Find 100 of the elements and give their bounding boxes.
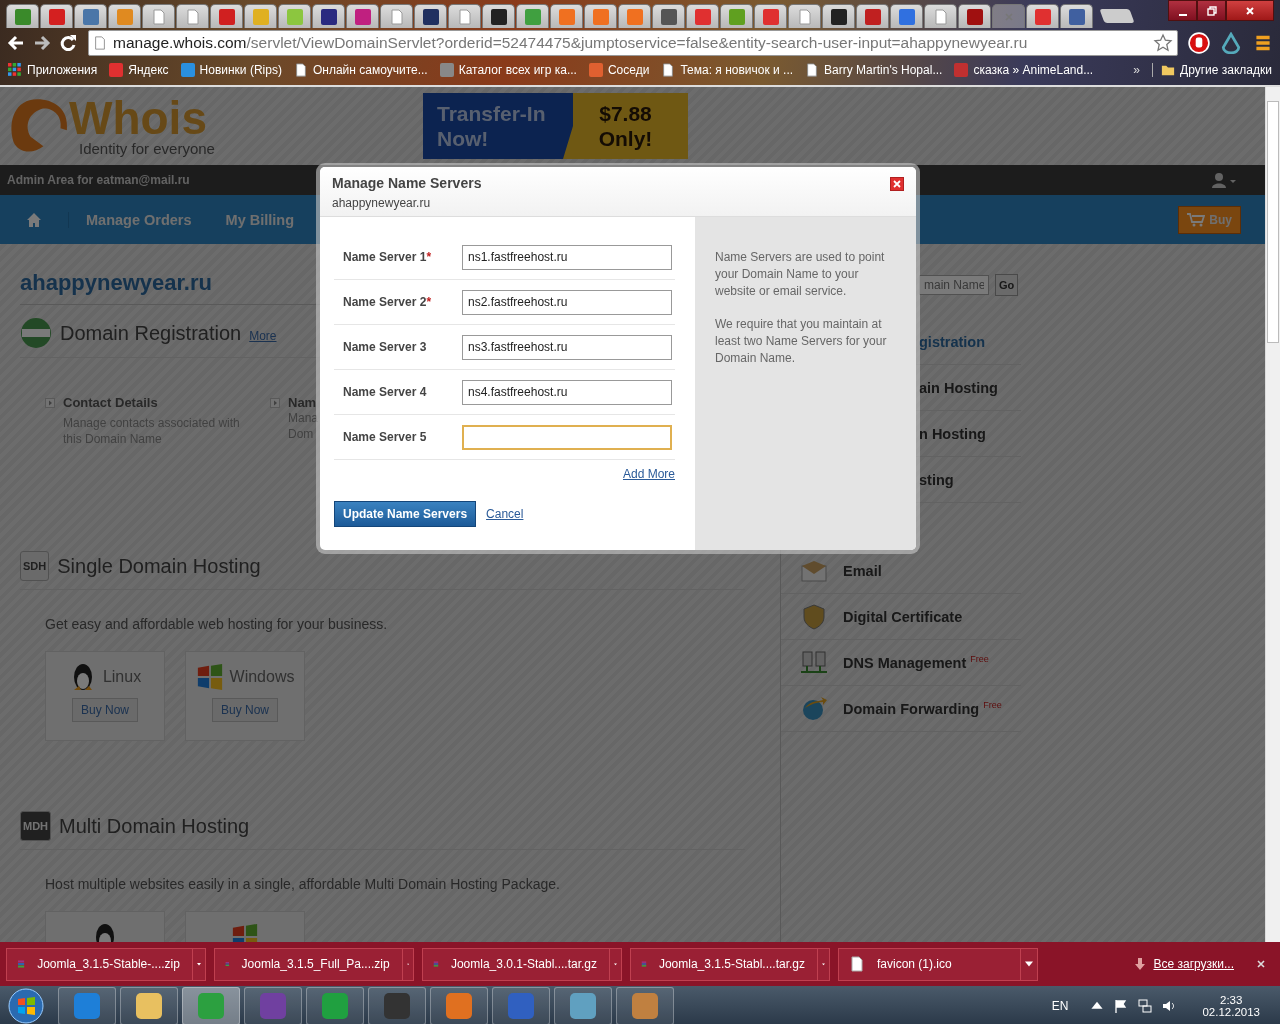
taskbar-app[interactable] bbox=[430, 987, 488, 1024]
bookmark[interactable]: Barry Martin's Hopal... bbox=[805, 63, 943, 77]
page-icon bbox=[184, 8, 201, 25]
browser-tab[interactable] bbox=[414, 4, 447, 28]
taskbar-app[interactable] bbox=[244, 987, 302, 1024]
browser-tab[interactable] bbox=[958, 4, 991, 28]
cart-icon bbox=[1187, 212, 1206, 227]
star-icon[interactable] bbox=[1153, 32, 1173, 53]
browser-tab[interactable] bbox=[482, 4, 515, 28]
new-tab-button[interactable] bbox=[1099, 9, 1135, 23]
download-arrow-icon bbox=[1135, 958, 1146, 970]
minimize-button[interactable] bbox=[1168, 0, 1197, 21]
plan-name: Windows bbox=[229, 668, 295, 686]
field-label: Name Server 5 bbox=[343, 430, 428, 444]
plan-name: Linux bbox=[102, 668, 142, 686]
logo-tagline: Identity for everyone bbox=[79, 139, 215, 157]
field-label: Name Server 1* bbox=[343, 250, 433, 264]
name-server-field[interactable]: ns4.fastfreehost.ru bbox=[462, 379, 672, 405]
maximize-button[interactable] bbox=[1197, 0, 1226, 21]
field-label: Name Server 4 bbox=[343, 385, 428, 399]
restore-icon bbox=[1206, 5, 1217, 16]
taskbar-app[interactable] bbox=[368, 987, 426, 1024]
page-icon bbox=[796, 8, 813, 25]
flag-icon[interactable] bbox=[1114, 999, 1129, 1013]
scrollbar[interactable] bbox=[1265, 87, 1280, 942]
taskbar-app[interactable] bbox=[306, 987, 364, 1024]
drop-icon[interactable] bbox=[1220, 31, 1242, 54]
user-icon[interactable] bbox=[1211, 172, 1237, 188]
section-description: Get easy and affordable web hosting for your business. bbox=[45, 616, 389, 632]
taskbar-app[interactable] bbox=[58, 987, 116, 1024]
bookmarks-folder[interactable]: Другие закладки bbox=[1152, 63, 1272, 77]
bookmark[interactable]: Новинки (Rips) bbox=[180, 63, 282, 77]
dialog-subtitle: ahappynewyear.ru bbox=[332, 196, 431, 210]
all-downloads-link[interactable]: Все загрузки... bbox=[1135, 957, 1234, 971]
download-item[interactable]: Joomla_3.1.5_Full_Pa....zip bbox=[214, 947, 414, 981]
windows-flag-icon bbox=[195, 662, 224, 692]
bookmark[interactable]: сказка » AnimeLand... bbox=[954, 63, 1094, 77]
section-badge: MDH bbox=[20, 811, 52, 841]
taskbar-app[interactable] bbox=[554, 987, 612, 1024]
bookmark[interactable]: Онлайн самоучите... bbox=[293, 63, 428, 77]
browser-tab[interactable] bbox=[652, 4, 685, 28]
taskbar-app[interactable] bbox=[616, 987, 674, 1024]
minimize-icon bbox=[1178, 13, 1187, 16]
name-server-field[interactable]: ns2.fastfreehost.ru bbox=[462, 289, 672, 315]
admin-label: Admin Area for eatman@mail.ru bbox=[7, 173, 190, 187]
section-badge: SDH bbox=[20, 551, 50, 581]
banner-text: Transfer-In Now! bbox=[436, 101, 547, 152]
address-bar[interactable]: manage.whois.com/servlet/ViewDomainServlet?orderid=52474475&jumptoservice=false&entity-search-user-input=ahappynewyear.ru bbox=[88, 29, 1178, 56]
name-server-field[interactable]: ns1.fastfreehost.ru bbox=[462, 244, 672, 270]
network-icon[interactable] bbox=[1138, 999, 1153, 1013]
bookmark[interactable]: Приложения bbox=[8, 63, 98, 77]
page-icon bbox=[388, 8, 405, 25]
taskbar-app[interactable] bbox=[492, 987, 550, 1024]
download-item[interactable]: Joomla_3.0.1-Stabl....tar.gz bbox=[422, 947, 622, 981]
bookmark[interactable]: Яндекс bbox=[109, 63, 169, 77]
name-server-field[interactable] bbox=[462, 424, 672, 450]
globe-arrow-icon bbox=[801, 695, 827, 722]
page-icon bbox=[661, 63, 676, 77]
close-icon[interactable] bbox=[890, 177, 904, 191]
search-field[interactable]: main Name bbox=[919, 275, 989, 295]
volume-icon[interactable] bbox=[1162, 999, 1177, 1013]
download-item[interactable]: Joomla_3.1.5-Stable-....zip bbox=[6, 947, 206, 981]
section-title: Single Domain Hosting bbox=[57, 554, 261, 578]
taskbar-app[interactable] bbox=[120, 987, 178, 1024]
page-icon bbox=[805, 63, 820, 77]
page-icon bbox=[293, 63, 308, 77]
section-title: Multi Domain Hosting bbox=[59, 814, 250, 838]
browser-tab[interactable] bbox=[822, 4, 855, 28]
browser-tab[interactable] bbox=[312, 4, 345, 28]
more-bookmarks-button[interactable]: » bbox=[1133, 63, 1141, 77]
bookmark[interactable]: Каталог всех игр ка... bbox=[439, 63, 577, 77]
start-button[interactable] bbox=[8, 988, 44, 1024]
page-icon bbox=[150, 8, 167, 25]
bookmark[interactable]: Соседи bbox=[588, 63, 650, 77]
shield-icon bbox=[801, 603, 827, 630]
bookmark[interactable]: Тема: я новичок и ... bbox=[661, 63, 794, 77]
cancel-link[interactable]: Cancel bbox=[486, 507, 524, 521]
section-title: Domain Registration bbox=[60, 321, 242, 345]
name-server-field[interactable]: ns3.fastfreehost.ru bbox=[462, 334, 672, 360]
date: 02.12.2013 bbox=[1202, 1006, 1260, 1018]
dialog-title: Manage Name Servers bbox=[332, 175, 482, 191]
page-icon bbox=[93, 34, 107, 51]
download-item[interactable]: favicon (1).ico bbox=[838, 947, 1038, 981]
page-icon bbox=[456, 8, 473, 25]
time: 2:33 bbox=[1220, 994, 1243, 1006]
file-icon bbox=[849, 956, 865, 972]
language-indicator[interactable]: EN bbox=[1051, 999, 1069, 1013]
apps-grid-icon bbox=[8, 63, 22, 77]
stop-hand-icon[interactable] bbox=[1188, 31, 1210, 54]
download-item[interactable]: Joomla_3.1.5-Stabl....tar.gz bbox=[630, 947, 830, 981]
close-button[interactable] bbox=[1226, 0, 1274, 21]
logo-text: Whois bbox=[69, 95, 208, 140]
update-name-servers-button[interactable]: Update Name Servers bbox=[334, 501, 477, 527]
clock[interactable]: 2:33 02.12.2013 bbox=[1202, 994, 1260, 1018]
add-more-link[interactable]: Add More bbox=[622, 467, 675, 481]
reload-icon[interactable] bbox=[58, 32, 78, 53]
expand-icon bbox=[270, 397, 280, 408]
help-text: We require that you maintain at least two Name Servers for your Domain Name. bbox=[715, 316, 888, 367]
servers-icon bbox=[801, 649, 827, 676]
section-description: Host multiple websites easily in a single, affordable Multi Domain Hosting Package. bbox=[45, 876, 561, 892]
